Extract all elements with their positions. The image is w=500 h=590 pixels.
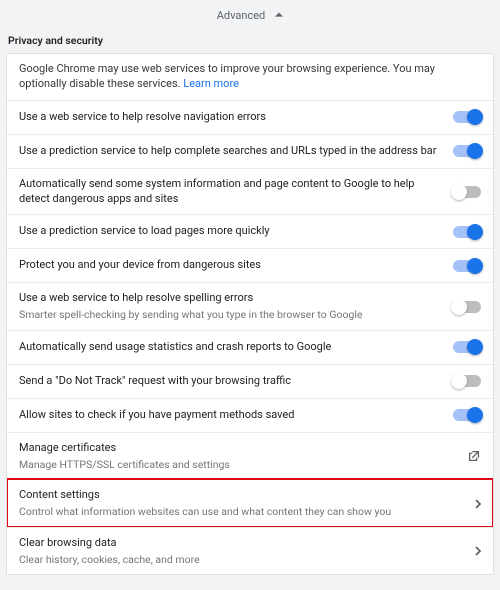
toggle-row[interactable]: Use a prediction service to load pages m…	[7, 214, 493, 248]
toggle-row[interactable]: Allow sites to check if you have payment…	[7, 398, 493, 432]
intro-text: Google Chrome may use web services to im…	[7, 54, 493, 100]
toggle-switch[interactable]	[453, 186, 481, 198]
toggle-switch[interactable]	[453, 341, 481, 353]
external-link-icon	[467, 449, 481, 463]
link-title: Manage certificates	[19, 441, 455, 456]
chevron-right-icon	[475, 499, 481, 509]
toggle-title: Automatically send usage statistics and …	[19, 340, 441, 355]
link-title: Clear browsing data	[19, 536, 463, 551]
toggle-title: Send a "Do Not Track" request with your …	[19, 374, 441, 389]
link-row-clear-browsing-data[interactable]: Clear browsing data Clear history, cookie…	[7, 527, 493, 574]
learn-more-link[interactable]: Learn more	[183, 77, 239, 90]
link-subtitle: Clear history, cookies, cache, and more	[19, 553, 463, 567]
section-title: Privacy and security	[0, 30, 500, 53]
toggle-switch[interactable]	[453, 145, 481, 157]
chevron-up-icon	[275, 9, 283, 22]
toggle-switch[interactable]	[453, 375, 481, 387]
toggle-title: Automatically send some system informati…	[19, 177, 441, 207]
link-subtitle: Control what information websites can us…	[19, 505, 463, 519]
advanced-header[interactable]: Advanced	[0, 0, 500, 30]
toggle-row[interactable]: Use a prediction service to help complet…	[7, 134, 493, 168]
chevron-right-icon	[475, 546, 481, 556]
toggle-title: Use a web service to help resolve naviga…	[19, 110, 441, 125]
link-row-manage-certificates[interactable]: Manage certificates Manage HTTPS/SSL cert…	[7, 432, 493, 479]
toggle-row[interactable]: Automatically send some system informati…	[7, 168, 493, 215]
toggle-row[interactable]: Send a "Do Not Track" request with your …	[7, 364, 493, 398]
advanced-label: Advanced	[217, 9, 265, 22]
toggle-switch[interactable]	[453, 226, 481, 238]
privacy-card: Google Chrome may use web services to im…	[6, 53, 494, 575]
toggle-row[interactable]: Automatically send usage statistics and …	[7, 330, 493, 364]
toggle-row[interactable]: Use a web service to help resolve naviga…	[7, 100, 493, 134]
toggle-row[interactable]: Protect you and your device from dangero…	[7, 248, 493, 282]
toggle-title: Allow sites to check if you have payment…	[19, 408, 441, 423]
toggle-switch[interactable]	[453, 301, 481, 313]
toggle-title: Use a prediction service to help complet…	[19, 144, 441, 159]
toggle-title: Use a web service to help resolve spelli…	[19, 291, 441, 306]
link-subtitle: Manage HTTPS/SSL certificates and settin…	[19, 458, 455, 472]
toggle-title: Use a prediction service to load pages m…	[19, 224, 441, 239]
toggle-subtitle: Smarter spell-checking by sending what y…	[19, 308, 441, 322]
toggle-switch[interactable]	[453, 260, 481, 272]
link-row-content-settings[interactable]: Content settings Control what information…	[7, 479, 493, 526]
toggle-switch[interactable]	[453, 409, 481, 421]
toggle-switch[interactable]	[453, 111, 481, 123]
toggle-row[interactable]: Use a web service to help resolve spelli…	[7, 282, 493, 329]
link-title: Content settings	[19, 488, 463, 503]
toggle-title: Protect you and your device from dangero…	[19, 258, 441, 273]
